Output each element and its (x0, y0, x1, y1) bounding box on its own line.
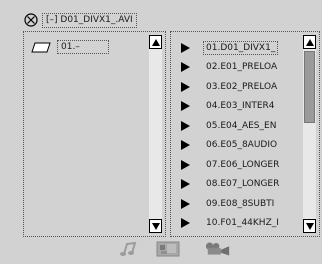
file-label: 01.D01_DIVX1_ (203, 40, 279, 55)
play-icon (181, 198, 190, 209)
scroll-down-button[interactable] (149, 219, 162, 233)
file-item[interactable]: 03.E02_PRELOA (181, 77, 296, 97)
play-icon (181, 62, 190, 73)
file-panel: 01.D01_DIVX1_ 02.E01_PRELOA 03.E02_PRELOA 0… (170, 31, 320, 237)
file-label: 03.E02_PRELOA (206, 81, 278, 92)
file-item[interactable]: 10.F01_44KHZ_I (181, 214, 296, 234)
folder-item[interactable]: 01.– (31, 40, 109, 54)
folder-label: 01.– (57, 40, 109, 54)
file-item[interactable]: 06.E05_8AUDIO (181, 136, 296, 156)
file-item[interactable]: 07.E06_LONGER (181, 155, 296, 175)
file-label: 04.E03_INTER4 (206, 101, 275, 112)
folder-scrollbar[interactable] (149, 35, 162, 233)
video-filter-button[interactable] (205, 240, 231, 257)
file-item[interactable]: 08.E07_LONGER (181, 175, 296, 195)
scroll-up-button[interactable] (303, 35, 316, 49)
scroll-thumb[interactable] (304, 51, 315, 123)
file-label: 07.E06_LONGER (206, 159, 280, 170)
play-icon (181, 81, 190, 92)
arrow-up-icon (151, 38, 160, 46)
file-label: 09.E08_8SUBTI (206, 198, 275, 209)
play-icon (181, 179, 190, 190)
file-item[interactable]: 09.E08_8SUBTI (181, 194, 296, 214)
file-scrollbar[interactable] (303, 35, 316, 233)
file-item[interactable]: 02.E01_PRELOA (181, 58, 296, 78)
folder-panel: 01.– (23, 31, 166, 237)
file-list: 01.D01_DIVX1_ 02.E01_PRELOA 03.E02_PRELOA 0… (181, 38, 296, 233)
scroll-down-button[interactable] (303, 219, 316, 233)
music-icon (120, 241, 137, 256)
arrow-down-icon (305, 222, 314, 230)
file-label: 02.E01_PRELOA (206, 62, 278, 73)
file-item[interactable]: 05.E04_AES_EN (181, 116, 296, 136)
scroll-up-button[interactable] (149, 35, 162, 49)
file-label: 08.E07_LONGER (206, 179, 280, 190)
play-icon (181, 140, 190, 151)
arrow-down-icon (151, 222, 160, 230)
photo-icon (156, 241, 180, 256)
arrow-up-icon (305, 38, 314, 46)
folder-icon (31, 42, 51, 52)
file-label: 05.E04_AES_EN (206, 120, 277, 131)
photo-filter-button[interactable] (155, 240, 181, 257)
file-item[interactable]: 04.E03_INTER4 (181, 97, 296, 117)
play-icon (181, 42, 190, 53)
close-icon[interactable] (24, 13, 38, 27)
play-icon (181, 218, 190, 229)
file-label: 06.E05_8AUDIO (206, 140, 278, 151)
play-icon (181, 101, 190, 112)
play-icon (181, 159, 190, 170)
current-path: [–] D01_DIVX1_.AVI (42, 13, 137, 28)
play-icon (181, 120, 190, 131)
music-filter-button[interactable] (116, 240, 142, 257)
file-label: 10.F01_44KHZ_I (206, 218, 279, 229)
file-item[interactable]: 01.D01_DIVX1_ (181, 38, 296, 58)
video-icon (205, 242, 230, 255)
